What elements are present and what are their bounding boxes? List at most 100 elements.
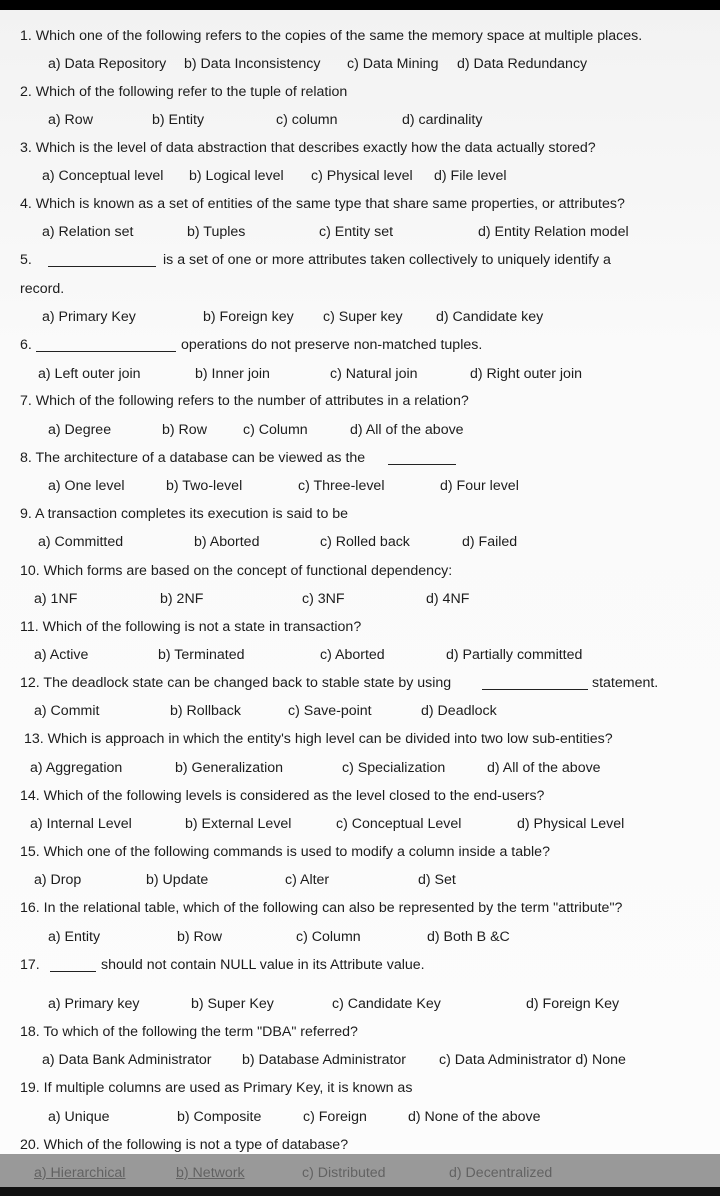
question-number: 17.	[20, 957, 40, 973]
question-text: 8. The architecture of a database can be…	[20, 450, 366, 466]
answer-option: d) Right outer join	[470, 366, 582, 382]
question-text: 7. Which of the following refers to the …	[20, 393, 469, 409]
answer-option: c) Column	[243, 422, 308, 438]
answer-option: a) Aggregation	[30, 760, 123, 776]
answer-option: c) Rolled back	[320, 534, 410, 550]
answer-option: a) Commit	[34, 703, 100, 719]
answer-option: b) Logical level	[189, 168, 284, 184]
answer-option: d) Four level	[440, 478, 519, 494]
answer-option: c) Conceptual Level	[336, 816, 462, 832]
answer-option: d) Physical Level	[517, 816, 625, 832]
question-text: should not contain NULL value in its Att…	[101, 957, 425, 973]
answer-option: b) Database Administrator	[242, 1052, 407, 1068]
answer-option: a) Row	[48, 112, 93, 128]
answer-option: a) Active	[34, 647, 89, 663]
question-text: is a set of one or more attributes taken…	[163, 252, 611, 268]
answer-option: a) Drop	[34, 872, 82, 888]
answer-option: d) cardinality	[402, 112, 483, 128]
answer-option: c) Column	[296, 929, 361, 945]
question-text: 13. Which is approach in which the entit…	[24, 731, 613, 747]
answer-blank	[388, 464, 456, 465]
answer-option: d) File level	[434, 168, 507, 184]
answer-option: a) Committed	[38, 534, 124, 550]
answer-option: b) Row	[177, 929, 222, 945]
answer-option: b) Rollback	[170, 703, 241, 719]
question-number: 5.	[20, 252, 32, 268]
answer-option: a) Entity	[48, 929, 101, 945]
question-text: 9. A transaction completes its execution…	[20, 506, 349, 522]
answer-option: a) Internal Level	[30, 816, 132, 832]
answer-option: b) Data Inconsistency	[184, 56, 321, 72]
answer-option: d) Data Redundancy	[457, 56, 588, 72]
answer-option: b) Two-level	[166, 478, 243, 494]
question-text: operations do not preserve non-matched t…	[181, 337, 483, 353]
answer-option: d) Partially committed	[446, 647, 583, 663]
answer-blank	[36, 351, 176, 352]
answer-option: d) Deadlock	[421, 703, 497, 719]
answer-blank	[482, 689, 588, 690]
answer-option: b) Composite	[177, 1109, 262, 1125]
answer-option: d) Failed	[462, 534, 518, 550]
answer-option: a) Data Repository	[48, 56, 167, 72]
answer-option: d) Both B &C	[427, 929, 510, 945]
answer-option: b) Super Key	[191, 996, 274, 1012]
answer-option: c) Candidate Key	[332, 996, 441, 1012]
bottom-overlay	[0, 1154, 720, 1188]
question-text: 11. Which of the following is not a stat…	[20, 619, 362, 635]
question-text: 15. Which one of the following commands …	[20, 844, 550, 860]
answer-option: c) Physical level	[311, 168, 413, 184]
question-text: 12. The deadlock state can be changed ba…	[20, 675, 452, 691]
answer-option: c) Data Administrator d) None	[439, 1052, 626, 1068]
answer-option: a) One level	[48, 478, 125, 494]
answer-option: c) Three-level	[298, 478, 385, 494]
answer-option: c) Super key	[323, 309, 403, 325]
question-text: 4. Which is known as a set of entities o…	[20, 196, 625, 212]
answer-option: c) Specialization	[342, 760, 446, 776]
answer-option: a) Unique	[48, 1109, 110, 1125]
answer-option: a) 1NF	[34, 591, 78, 607]
answer-option: a) Degree	[48, 422, 112, 438]
answer-option: d) None of the above	[408, 1109, 541, 1125]
answer-option: b) Generalization	[175, 760, 284, 776]
answer-option: b) Foreign key	[203, 309, 294, 325]
answer-option: c) Data Mining	[347, 56, 439, 72]
answer-option: d) Candidate key	[436, 309, 544, 325]
answer-option: c) Save-point	[288, 703, 372, 719]
answer-option: b) Tuples	[187, 224, 246, 240]
answer-option: d) All of the above	[487, 760, 601, 776]
question-text-tail: statement.	[592, 675, 659, 691]
answer-option: c) column	[276, 112, 338, 128]
answer-option: a) Conceptual level	[42, 168, 164, 184]
question-text: 19. If multiple columns are used as Prim…	[20, 1080, 413, 1096]
answer-blank	[50, 971, 96, 972]
question-text: 10. Which forms are based on the concept…	[20, 563, 453, 579]
answer-option: b) Row	[162, 422, 207, 438]
answer-option: d) All of the above	[350, 422, 464, 438]
answer-option: c) Entity set	[319, 224, 394, 240]
answer-option: c) 3NF	[302, 591, 345, 607]
answer-option: b) 2NF	[160, 591, 204, 607]
question-text: 3. Which is the level of data abstractio…	[20, 140, 596, 156]
answer-option: c) Alter	[285, 872, 330, 888]
answer-option: d) Entity Relation model	[478, 224, 629, 240]
question-text-continued: record.	[20, 281, 65, 297]
answer-option: d) 4NF	[426, 591, 470, 607]
answer-option: b) Inner join	[195, 366, 270, 382]
question-text: 1. Which one of the following refers to …	[20, 28, 643, 44]
question-number: 6.	[20, 337, 32, 353]
question-text: 16. In the relational table, which of th…	[20, 900, 623, 916]
bottom-bar	[0, 1187, 720, 1196]
answer-option: a) Primary key	[48, 996, 140, 1012]
answer-option: c) Foreign	[303, 1109, 367, 1125]
answer-blank	[48, 266, 156, 267]
question-text: 14. Which of the following levels is con…	[20, 788, 545, 804]
answer-option: c) Aborted	[320, 647, 385, 663]
question-text: 18. To which of the following the term "…	[20, 1024, 358, 1040]
answer-option: a) Data Bank Administrator	[42, 1052, 212, 1068]
answer-option: b) Aborted	[194, 534, 260, 550]
top-bar	[0, 0, 720, 10]
answer-option: b) Update	[146, 872, 209, 888]
answer-option: c) Natural join	[330, 366, 418, 382]
answer-option: b) Terminated	[158, 647, 245, 663]
question-text: 2. Which of the following refer to the t…	[20, 84, 348, 100]
